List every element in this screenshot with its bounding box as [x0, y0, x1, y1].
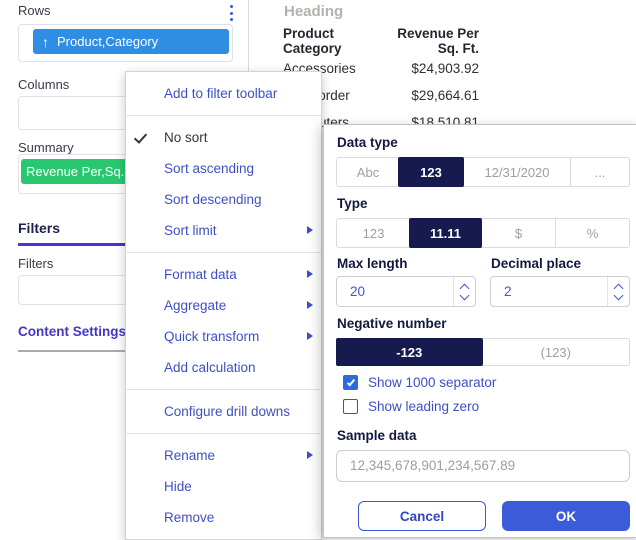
summary-label: Summary: [18, 140, 74, 155]
sort-ascending-arrow-icon: ↑: [42, 34, 49, 50]
chevron-down-icon[interactable]: [614, 290, 624, 300]
menu-item-format-data[interactable]: Format data: [126, 259, 321, 290]
negative-option-minus[interactable]: -123: [336, 338, 483, 366]
submenu-arrow-icon: [307, 270, 313, 278]
check-icon: [134, 130, 147, 144]
rows-label: Rows: [18, 3, 51, 18]
report-heading: Heading: [284, 3, 343, 20]
max-length-spinner-icons[interactable]: [453, 277, 475, 306]
cancel-button[interactable]: Cancel: [358, 501, 486, 531]
sample-data-field: 12,345,678,901,234,567.89: [336, 450, 630, 482]
data-type-label: Data type: [337, 135, 630, 150]
show-leading-zero-checkbox[interactable]: Show leading zero: [343, 399, 630, 414]
max-length-label: Max length: [337, 256, 476, 271]
data-type-option-date[interactable]: 12/31/2020: [463, 158, 570, 186]
chevron-down-icon[interactable]: [460, 290, 470, 300]
decimal-place-spinner-icons[interactable]: [607, 277, 629, 306]
menu-item-add-to-filter-toolbar[interactable]: Add to filter toolbar: [126, 78, 321, 109]
app-root: Rows ↑ Product,Category Columns Summary …: [0, 0, 636, 540]
table-row-value: $24,903.92: [411, 61, 479, 76]
field-context-menu: Add to filter toolbar No sort Sort ascen…: [125, 71, 322, 540]
menu-item-remove[interactable]: Remove: [126, 502, 321, 533]
rows-field-label: Product,Category: [57, 34, 158, 49]
type-option-integer[interactable]: 123: [337, 219, 410, 247]
menu-item-hide[interactable]: Hide: [126, 471, 321, 502]
menu-item-quick-transform[interactable]: Quick transform: [126, 321, 321, 352]
type-label: Type: [337, 196, 630, 211]
data-type-option-more[interactable]: ...: [570, 158, 629, 186]
menu-item-sort-limit[interactable]: Sort limit: [126, 215, 321, 246]
sample-data-label: Sample data: [337, 428, 630, 443]
format-data-dialog: Data type Abc 123 12/31/2020 ... Type 12…: [323, 124, 636, 538]
type-option-currency[interactable]: $: [481, 219, 555, 247]
negative-number-segmented-control: -123 (123): [336, 338, 630, 366]
max-length-value: 20: [350, 277, 365, 306]
filters-section-header: Filters: [18, 220, 60, 236]
columns-label: Columns: [18, 77, 69, 92]
negative-option-parentheses[interactable]: (123): [482, 339, 630, 365]
content-settings-header[interactable]: Content Settings: [18, 324, 126, 339]
max-length-stepper[interactable]: 20: [336, 276, 476, 307]
checkbox-unchecked-icon[interactable]: [343, 399, 358, 414]
category-column-header: Product Category: [283, 26, 342, 56]
menu-item-configure-drill-downs[interactable]: Configure drill downs: [126, 396, 321, 427]
submenu-arrow-icon: [307, 451, 313, 459]
decimal-place-stepper[interactable]: 2: [490, 276, 630, 307]
submenu-arrow-icon: [307, 226, 313, 234]
checkbox-checked-icon[interactable]: [343, 375, 358, 390]
submenu-arrow-icon: [307, 332, 313, 340]
menu-item-sort-descending[interactable]: Sort descending: [126, 184, 321, 215]
type-option-decimal[interactable]: 11.11: [409, 218, 482, 248]
value-column-header: Revenue Per Sq. Ft.: [397, 26, 479, 56]
decimal-place-label: Decimal place: [491, 256, 630, 271]
rows-kebab-icon[interactable]: [226, 5, 236, 21]
data-type-option-number[interactable]: 123: [398, 157, 464, 187]
data-type-segmented-control: Abc 123 12/31/2020 ...: [336, 157, 630, 187]
rows-field-pill[interactable]: ↑ Product,Category: [33, 29, 229, 54]
type-segmented-control: 123 11.11 $ %: [336, 218, 630, 248]
rows-drop-slot[interactable]: ↑ Product,Category: [18, 24, 233, 62]
filters-label: Filters: [18, 256, 53, 271]
submenu-arrow-icon: [307, 301, 313, 309]
menu-item-sort-ascending[interactable]: Sort ascending: [126, 153, 321, 184]
menu-item-aggregate[interactable]: Aggregate: [126, 290, 321, 321]
table-row-value: $29,664.61: [411, 88, 479, 103]
ok-button[interactable]: OK: [502, 501, 630, 531]
type-option-percent[interactable]: %: [555, 219, 629, 247]
negative-number-label: Negative number: [337, 316, 630, 331]
data-type-option-abc[interactable]: Abc: [337, 158, 399, 186]
show-1000-separator-checkbox[interactable]: Show 1000 separator: [343, 375, 630, 390]
decimal-place-value: 2: [504, 277, 512, 306]
menu-item-no-sort[interactable]: No sort: [126, 122, 321, 153]
menu-item-add-calculation[interactable]: Add calculation: [126, 352, 321, 383]
menu-item-rename[interactable]: Rename: [126, 440, 321, 471]
